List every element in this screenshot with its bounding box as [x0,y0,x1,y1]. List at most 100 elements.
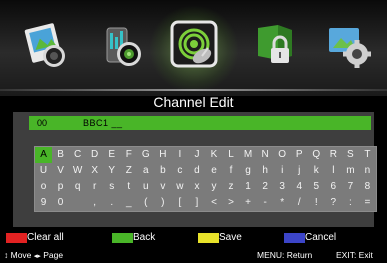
key-button[interactable]: n [359,163,376,179]
keyboard-row: 90 ,. _()[] < > + - * /!?: = [35,195,376,211]
key-button[interactable]: ? [325,195,342,211]
key-button[interactable]: 2 [257,179,274,195]
key-button[interactable]: W [69,163,86,179]
key-button[interactable]: s [103,179,120,195]
key-button[interactable]: q [69,179,86,195]
legend-yellow[interactable]: Save [198,232,242,244]
key-button[interactable]: 5 [308,179,325,195]
key-button[interactable]: K [205,147,222,163]
key-button[interactable]: u [137,179,154,195]
key-button[interactable]: c [171,163,188,179]
key-button[interactable]: f [223,163,240,179]
key-button[interactable]: Y [103,163,120,179]
key-button[interactable]: , [86,195,103,211]
key-button[interactable]: a [137,163,154,179]
key-button[interactable]: : [342,195,359,211]
yellow-key-swatch [198,233,219,243]
red-key-swatch [6,233,27,243]
key-button[interactable]: e [205,163,222,179]
key-button[interactable]: 8 [359,179,376,195]
key-button[interactable]: X [86,163,103,179]
key-button[interactable]: = [359,195,376,211]
key-button[interactable]: 1 [240,179,257,195]
key-button[interactable]: r [86,179,103,195]
key-button[interactable]: < [205,195,222,211]
key-button[interactable]: _ [120,195,137,211]
key-button[interactable]: E [103,147,120,163]
key-button[interactable]: U [35,163,52,179]
key-button[interactable]: + [240,195,257,211]
key-button[interactable]: o [35,179,52,195]
key-button[interactable]: y [205,179,222,195]
sound-icon[interactable] [101,22,149,70]
key-button[interactable]: b [154,163,171,179]
save-label: Save [219,232,242,243]
key-button[interactable]: g [240,163,257,179]
key-button[interactable]: j [291,163,308,179]
key-button[interactable]: 7 [342,179,359,195]
green-key-swatch [112,233,133,243]
key-button[interactable]: k [308,163,325,179]
key-button[interactable]: ( [137,195,154,211]
key-button[interactable]: - [257,195,274,211]
back-label: Back [133,232,156,243]
key-button[interactable]: ! [308,195,325,211]
key-button[interactable]: C [69,147,86,163]
key-button[interactable]: D [86,147,103,163]
key-button[interactable]: B [52,147,69,163]
key-button[interactable]: V [52,163,69,179]
keyboard-row: opqrstuvwxyz12345678 [35,179,376,195]
key-button[interactable]: i [274,163,291,179]
key-button[interactable]: 6 [325,179,342,195]
key-button[interactable]: m [342,163,359,179]
key-button[interactable]: ] [188,195,205,211]
key-button[interactable]: > [223,195,240,211]
key-button[interactable]: * [274,195,291,211]
key-button[interactable]: v [154,179,171,195]
key-button[interactable]: / [291,195,308,211]
key-button[interactable]: h [257,163,274,179]
legend-green[interactable]: Back [112,232,155,244]
key-button[interactable]: L [223,147,240,163]
key-button[interactable]: l [325,163,342,179]
key-button[interactable]: G [137,147,154,163]
key-button[interactable]: P [291,147,308,163]
key-button[interactable]: Q [308,147,325,163]
key-button[interactable]: N [257,147,274,163]
key-button[interactable]: 9 [35,195,52,211]
legend-red[interactable]: Clear all [6,232,64,244]
key-button[interactable]: w [171,179,188,195]
key-button[interactable]: I [171,147,188,163]
key-button[interactable] [69,195,86,211]
key-button[interactable]: S [342,147,359,163]
key-button[interactable]: O [274,147,291,163]
key-button[interactable]: J [188,147,205,163]
key-button[interactable]: F [120,147,137,163]
key-button[interactable]: 0 [52,195,69,211]
keyboard-row: UVWXYZabcdefghijklmn [35,163,376,179]
key-button[interactable]: p [52,179,69,195]
key-button[interactable]: z [223,179,240,195]
key-button[interactable]: d [188,163,205,179]
channel-name-input[interactable]: 00 BBC1 __ [29,116,371,130]
move-hint: ↕ Move ◂▸ Page [4,249,63,263]
key-button[interactable]: A [35,147,53,163]
key-button[interactable]: R [325,147,342,163]
lock-icon[interactable] [252,22,300,70]
key-button[interactable]: t [120,179,137,195]
key-button[interactable]: ) [154,195,171,211]
key-button[interactable]: 4 [291,179,308,195]
setup-icon[interactable] [325,22,373,70]
key-button[interactable]: . [103,195,120,211]
legend-blue[interactable]: Cancel [284,232,336,244]
channel-icon[interactable] [164,14,224,74]
key-button[interactable]: Z [120,163,137,179]
key-button[interactable]: 3 [274,179,291,195]
key-button[interactable]: [ [171,195,188,211]
picture-icon[interactable] [22,22,70,70]
page-title: Channel Edit [153,94,234,110]
key-button[interactable]: H [154,147,171,163]
key-button[interactable]: T [359,147,376,163]
key-button[interactable]: x [188,179,205,195]
key-button[interactable]: M [240,147,257,163]
